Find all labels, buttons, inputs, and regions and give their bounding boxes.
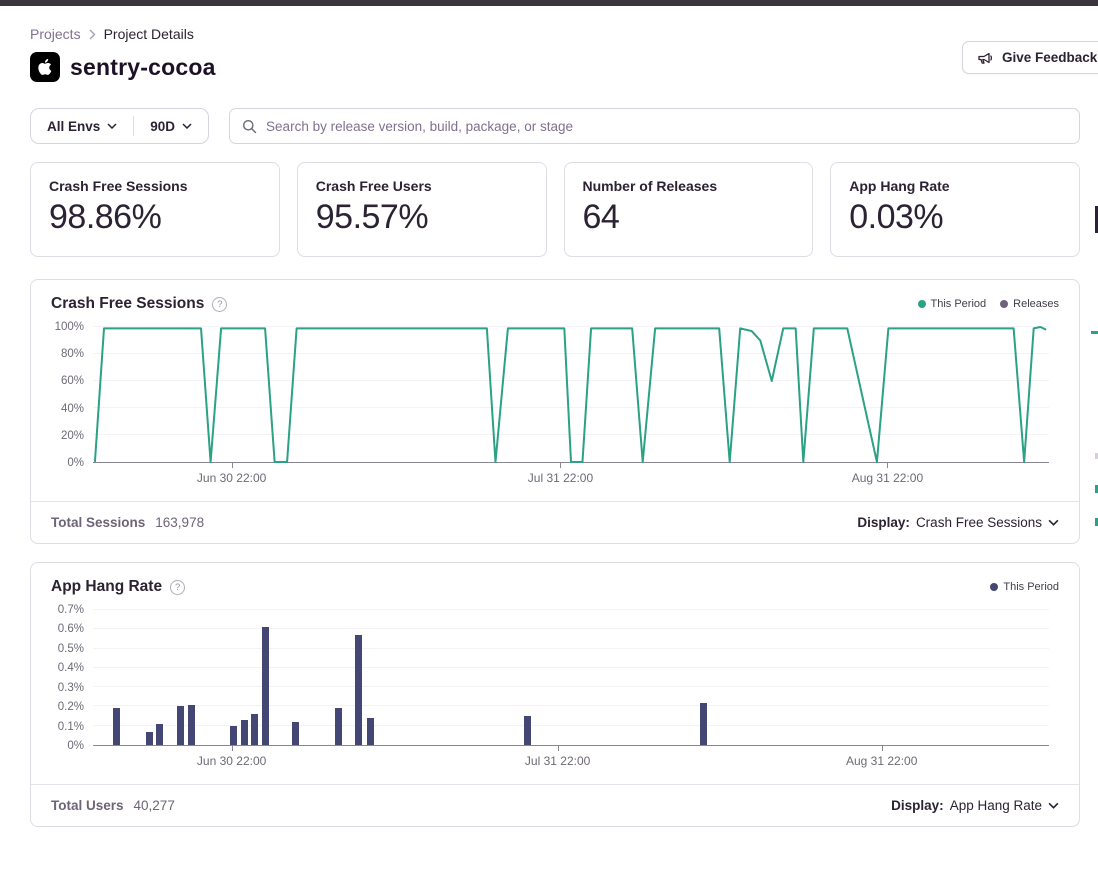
legend-item-this-period[interactable]: This Period — [990, 581, 1059, 593]
panel-footer: Total Users 40,277 Display: App Hang Rat… — [31, 784, 1079, 826]
search-input[interactable] — [266, 119, 1067, 134]
project-details-page: Projects Project Details Give Feedback s… — [0, 26, 1098, 827]
stat-value: 95.57% — [316, 198, 528, 237]
breadcrumb: Projects Project Details — [30, 26, 1080, 42]
stat-label: Crash Free Sessions — [49, 178, 261, 194]
display-value: Crash Free Sessions — [916, 515, 1042, 530]
app-hang-rate-chart: 0%0.1%0.2%0.3%0.4%0.5%0.6%0.7% Jun 30 22… — [31, 600, 1079, 772]
chart-legend: This Period — [990, 581, 1059, 593]
total-users: Total Users 40,277 — [51, 798, 175, 813]
panel-header: App Hang Rate ? This Period — [31, 563, 1079, 600]
chart-title: App Hang Rate — [51, 578, 162, 596]
total-users-value: 40,277 — [134, 798, 175, 813]
stat-card-number-of-releases: Number of Releases 64 — [564, 162, 814, 257]
stat-value: 64 — [583, 198, 795, 237]
total-sessions-label: Total Sessions — [51, 515, 145, 530]
help-icon[interactable]: ? — [170, 580, 185, 595]
total-sessions-value: 163,978 — [155, 515, 204, 530]
display-value: App Hang Rate — [950, 798, 1042, 813]
chart-legend: This Period Releases — [918, 298, 1060, 310]
filter-group: All Envs 90D — [30, 108, 209, 144]
top-navigation-bar — [0, 0, 1098, 6]
x-axis-tickmarks — [93, 463, 1049, 468]
x-axis-tickmarks — [93, 746, 1049, 751]
crash-free-sessions-panel: Crash Free Sessions ? This Period Releas… — [30, 279, 1080, 544]
breadcrumb-projects-link[interactable]: Projects — [30, 26, 81, 42]
plot-wrap: Jun 30 22:00Jul 31 22:00Aug 31 22:00 — [93, 327, 1049, 489]
environment-filter-label: All Envs — [47, 119, 100, 134]
stat-card-crash-free-users: Crash Free Users 95.57% — [297, 162, 547, 257]
cutoff-tick-fragment — [1091, 331, 1098, 334]
give-feedback-button[interactable]: Give Feedback — [962, 41, 1098, 74]
filter-bar: All Envs 90D — [30, 108, 1080, 144]
y-axis-labels: 0%20%40%60%80%100% — [31, 327, 93, 463]
stat-label: App Hang Rate — [849, 178, 1061, 194]
stat-label: Number of Releases — [583, 178, 795, 194]
give-feedback-label: Give Feedback — [1002, 50, 1097, 65]
legend-label: This Period — [1003, 581, 1059, 593]
stat-card-app-hang-rate: App Hang Rate 0.03% — [830, 162, 1080, 257]
chevron-down-icon — [182, 123, 192, 129]
chart-title: Crash Free Sessions — [51, 295, 204, 313]
project-title-row: sentry-cocoa — [30, 52, 1080, 82]
panel-footer: Total Sessions 163,978 Display: Crash Fr… — [31, 501, 1079, 543]
chevron-down-icon — [1048, 802, 1059, 809]
stat-value: 98.86% — [49, 198, 261, 237]
legend-item-this-period[interactable]: This Period — [918, 298, 987, 310]
date-range-label: 90D — [150, 119, 175, 134]
stat-label: Crash Free Users — [316, 178, 528, 194]
search-icon — [242, 119, 257, 134]
legend-label: Releases — [1013, 298, 1059, 310]
legend-dot-icon — [1000, 300, 1008, 308]
release-search-box[interactable] — [229, 108, 1080, 144]
display-label: Display: — [891, 798, 944, 813]
legend-label: This Period — [931, 298, 987, 310]
plot-wrap: Jun 30 22:00Jul 31 22:00Aug 31 22:00 — [93, 610, 1049, 772]
y-axis-labels: 0%0.1%0.2%0.3%0.4%0.5%0.6%0.7% — [31, 610, 93, 746]
help-icon[interactable]: ? — [212, 297, 227, 312]
date-range-dropdown[interactable]: 90D — [134, 109, 208, 143]
total-users-label: Total Users — [51, 798, 124, 813]
total-sessions: Total Sessions 163,978 — [51, 515, 204, 530]
app-hang-rate-panel: App Hang Rate ? This Period 0%0.1%0.2%0.… — [30, 562, 1080, 827]
x-axis-labels: Jun 30 22:00Jul 31 22:00Aug 31 22:00 — [93, 754, 1049, 772]
display-label: Display: — [857, 515, 910, 530]
environment-filter-dropdown[interactable]: All Envs — [31, 109, 133, 143]
display-selector[interactable]: Display: App Hang Rate — [891, 798, 1059, 813]
legend-item-releases[interactable]: Releases — [1000, 298, 1059, 310]
plot-area — [93, 327, 1049, 463]
crash-free-sessions-chart: 0%20%40%60%80%100% Jun 30 22:00Jul 31 22… — [31, 317, 1079, 489]
apple-platform-icon — [30, 52, 60, 82]
chevron-down-icon — [107, 123, 117, 129]
plot-area — [93, 610, 1049, 746]
page-title: sentry-cocoa — [70, 54, 216, 81]
chevron-right-icon — [89, 29, 96, 40]
x-axis-labels: Jun 30 22:00Jul 31 22:00Aug 31 22:00 — [93, 471, 1049, 489]
display-selector[interactable]: Display: Crash Free Sessions — [857, 515, 1059, 530]
stat-card-crash-free-sessions: Crash Free Sessions 98.86% — [30, 162, 280, 257]
chevron-down-icon — [1048, 519, 1059, 526]
stat-cards-row: Crash Free Sessions 98.86% Crash Free Us… — [30, 162, 1080, 257]
legend-dot-icon — [990, 583, 998, 591]
stat-value: 0.03% — [849, 198, 1061, 237]
megaphone-icon — [977, 50, 994, 66]
panel-header: Crash Free Sessions ? This Period Releas… — [31, 280, 1079, 317]
legend-dot-icon — [918, 300, 926, 308]
breadcrumb-current: Project Details — [104, 26, 194, 42]
